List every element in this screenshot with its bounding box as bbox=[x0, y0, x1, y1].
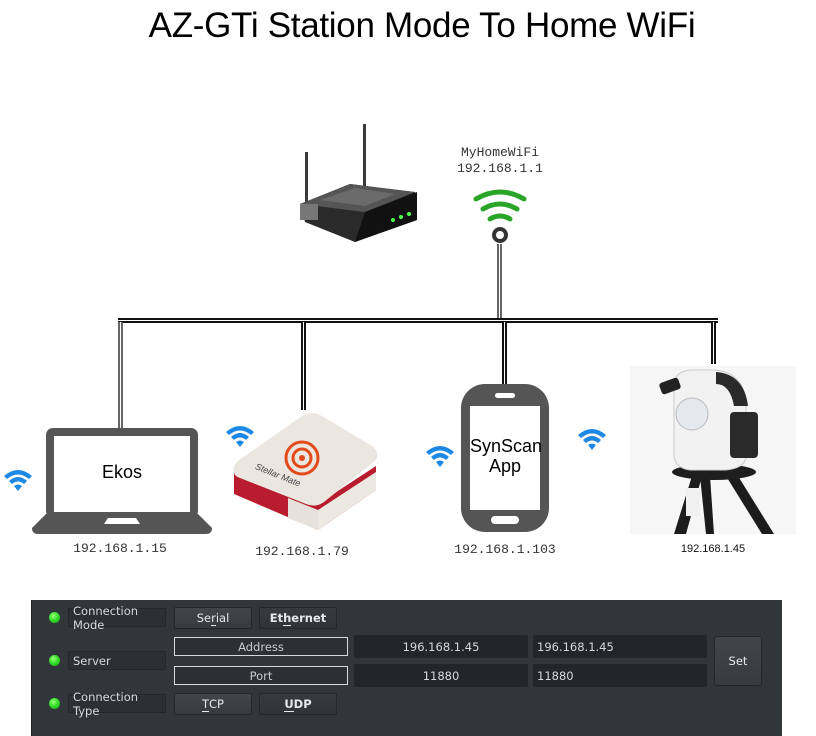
tcp-button[interactable]: T CP bbox=[174, 693, 252, 715]
serial-label-pre: Se bbox=[196, 611, 212, 625]
laptop-wifi-icon bbox=[2, 466, 34, 494]
diagram-title: AZ-GTi Station Mode To Home WiFi bbox=[148, 6, 696, 45]
connection-type-status-led bbox=[49, 698, 60, 709]
ethernet-label-post: ernet bbox=[291, 611, 327, 625]
laptop-icon: Ekos bbox=[32, 428, 212, 536]
mount-connection-panel: Connection Mode Se r ial Et h ernet Server A… bbox=[31, 600, 782, 736]
mount-ip: 192.168.1.45 bbox=[680, 543, 746, 555]
router-ip: 192.168.1.1 bbox=[457, 161, 543, 176]
stellarmate-wire bbox=[301, 322, 306, 410]
tcp-label-mnemonic: T bbox=[202, 696, 210, 712]
udp-button[interactable]: U DP bbox=[259, 693, 337, 715]
server-label: Server bbox=[68, 651, 166, 670]
serial-label-post: ial bbox=[215, 611, 230, 625]
router-label: MyHomeWiFi 192.168.1.1 bbox=[440, 145, 560, 177]
port-header: Port bbox=[174, 666, 348, 685]
phone-screen-label-line1: SynScan bbox=[470, 436, 543, 456]
stellarmate-ip: 192.168.1.79 bbox=[255, 544, 349, 559]
ethernet-label-pre: Et bbox=[269, 611, 284, 625]
ethernet-button[interactable]: Et h ernet bbox=[259, 607, 337, 629]
phone-wifi-left-icon bbox=[424, 442, 456, 470]
port-input[interactable]: 11880 bbox=[533, 664, 707, 687]
address-header: Address bbox=[174, 637, 348, 656]
set-button[interactable]: Set bbox=[714, 636, 762, 686]
udp-label-post: DP bbox=[293, 697, 312, 711]
router-ssid: MyHomeWiFi bbox=[460, 145, 539, 160]
udp-label-mnemonic: U bbox=[284, 696, 294, 712]
router-icon bbox=[295, 122, 425, 244]
laptop-ip: 192.168.1.15 bbox=[73, 541, 167, 556]
smartphone-icon: SynScan App bbox=[461, 384, 549, 532]
connection-mode-label: Connection Mode bbox=[68, 604, 166, 632]
tcp-label-post: CP bbox=[209, 697, 224, 711]
az-gti-mount-icon bbox=[630, 366, 796, 534]
connection-type-label: Connection Type bbox=[68, 690, 166, 718]
laptop-wire bbox=[118, 322, 123, 430]
phone-screen-label: SynScan App bbox=[470, 436, 543, 476]
phone-wire bbox=[502, 322, 507, 384]
stellarmate-box-icon: Stellar Mate bbox=[228, 410, 380, 532]
mount-wifi-icon bbox=[576, 425, 608, 453]
address-input[interactable]: 196.168.1.45 bbox=[533, 635, 707, 658]
router-uplink-wire bbox=[497, 244, 502, 322]
port-current-value: 11880 bbox=[354, 664, 528, 687]
wifi-signal-icon bbox=[470, 183, 530, 245]
serial-button[interactable]: Se r ial bbox=[174, 607, 252, 629]
address-current-value: 196.168.1.45 bbox=[354, 635, 528, 658]
server-status-led bbox=[49, 655, 60, 666]
network-bus-wire bbox=[118, 318, 718, 323]
phone-ip: 192.168.1.103 bbox=[454, 542, 556, 557]
phone-screen-label-line2: App bbox=[488, 456, 522, 476]
laptop-screen-label: Ekos bbox=[101, 462, 143, 482]
connection-mode-status-led bbox=[49, 612, 60, 623]
mount-wire bbox=[711, 322, 716, 364]
ethernet-label-mnemonic: h bbox=[283, 610, 292, 626]
